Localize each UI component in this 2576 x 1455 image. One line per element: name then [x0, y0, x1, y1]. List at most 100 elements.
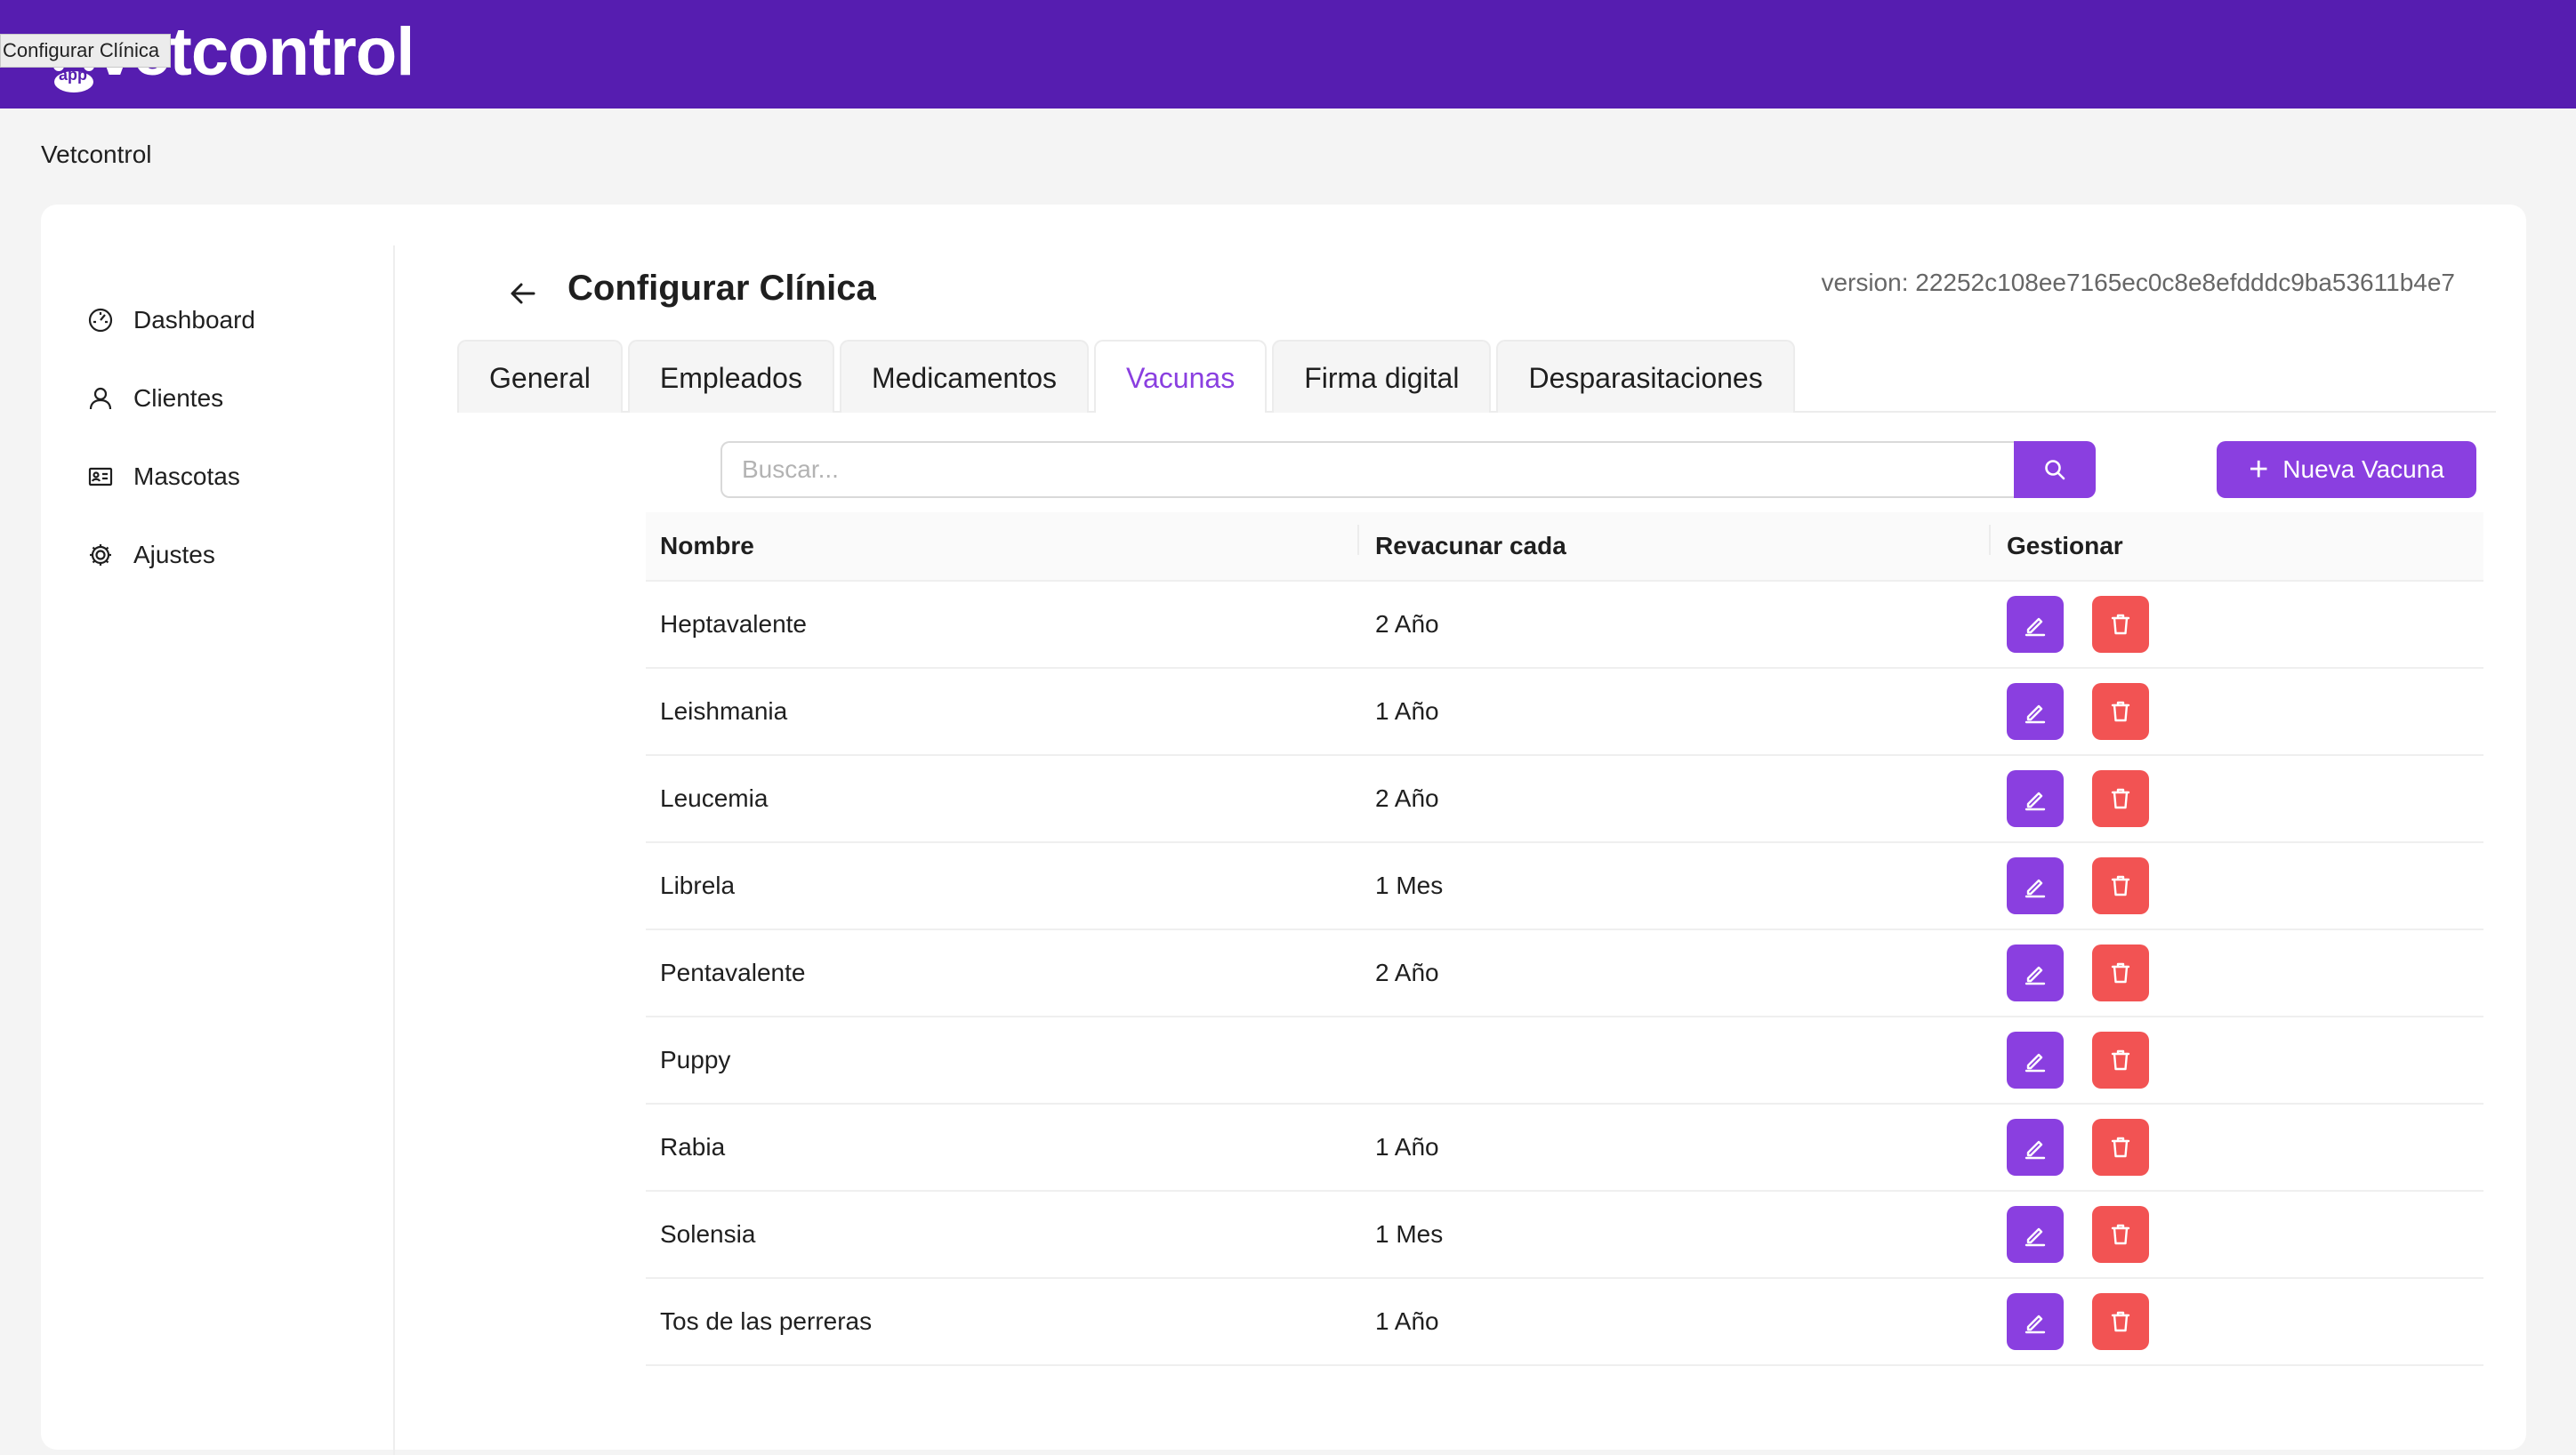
tooltip: Configurar Clínica — [0, 34, 172, 68]
tab-general[interactable]: General — [457, 340, 623, 413]
table-row: Heptavalente 2 Año — [646, 582, 2483, 669]
page-title: Configurar Clínica — [568, 269, 876, 308]
sidebar: Dashboard Clientes Mascotas Ajustes — [41, 245, 395, 1455]
edit-button[interactable] — [2007, 1293, 2064, 1350]
vaccine-name: Puppy — [660, 1046, 731, 1073]
dashboard-gauge-icon — [88, 308, 113, 333]
trash-icon — [2111, 1137, 2130, 1158]
row-actions — [1991, 683, 2483, 740]
row-actions — [1991, 1206, 2483, 1263]
vaccine-name: Librela — [660, 872, 736, 899]
delete-button[interactable] — [2092, 1206, 2149, 1263]
delete-button[interactable] — [2092, 770, 2149, 827]
table-row: Leucemia 2 Año — [646, 756, 2483, 843]
table-row: Rabia 1 Año — [646, 1105, 2483, 1192]
plus-icon: + — [2249, 451, 2269, 488]
table-row: Puppy — [646, 1017, 2483, 1105]
revaccinate-interval: 1 Mes — [1375, 872, 1444, 899]
table-body: Heptavalente 2 Año Leishmania 1 Año Leucemia… — [646, 582, 2483, 1366]
vaccine-name: Leishmania — [660, 697, 788, 725]
table-header: Nombre Revacunar cada Gestionar — [646, 512, 2483, 582]
revaccinate-interval: 2 Año — [1375, 610, 1439, 638]
edit-button[interactable] — [2007, 857, 2064, 914]
search-button[interactable] — [2014, 441, 2096, 498]
revaccinate-interval: 1 Año — [1375, 1307, 1439, 1335]
revaccinate-interval: 2 Año — [1375, 959, 1439, 986]
trash-icon — [2111, 875, 2130, 896]
version-label: version: 22252c108ee7165ec0c8e8efdddc9ba… — [1821, 269, 2455, 296]
edit-pencil-icon — [2025, 1140, 2046, 1160]
vaccine-name: Pentavalente — [660, 959, 806, 986]
row-actions — [1991, 1119, 2483, 1176]
tab-medicamentos[interactable]: Medicamentos — [839, 340, 1090, 413]
logo-app-label: app — [59, 66, 88, 84]
table-row: Librela 1 Mes — [646, 843, 2483, 930]
tab-vacunas[interactable]: Vacunas — [1094, 340, 1268, 413]
column-header-nombre: Nombre — [646, 525, 1359, 560]
delete-button[interactable] — [2092, 945, 2149, 1001]
new-vaccine-button[interactable]: + Nueva Vacuna — [2217, 441, 2476, 498]
edit-button[interactable] — [2007, 1119, 2064, 1176]
edit-pencil-icon — [2025, 879, 2046, 898]
vaccine-name: Tos de las perreras — [660, 1307, 873, 1335]
search-input[interactable] — [720, 441, 2016, 498]
edit-pencil-icon — [2025, 704, 2046, 724]
row-actions — [1991, 1032, 2483, 1089]
revaccinate-interval: 2 Año — [1375, 784, 1439, 812]
edit-button[interactable] — [2007, 683, 2064, 740]
trash-icon — [2111, 788, 2130, 809]
delete-button[interactable] — [2092, 1032, 2149, 1089]
column-header-revacunar: Revacunar cada — [1359, 525, 1991, 560]
vaccine-name: Solensia — [660, 1220, 756, 1248]
trash-icon — [2111, 962, 2130, 984]
back-arrow-icon[interactable] — [503, 274, 543, 313]
edit-button[interactable] — [2007, 596, 2064, 653]
revaccinate-interval: 1 Año — [1375, 1133, 1439, 1161]
edit-button[interactable] — [2007, 770, 2064, 827]
table-row: Pentavalente 2 Año — [646, 930, 2483, 1017]
tab-firma-digital[interactable]: Firma digital — [1272, 340, 1492, 413]
column-header-gestionar: Gestionar — [2007, 532, 2123, 559]
top-bar: app vetcontrol Configurar Clínica — [0, 0, 2576, 109]
trash-icon — [2111, 1311, 2130, 1332]
new-vaccine-label: Nueva Vacuna — [2282, 455, 2444, 483]
content-card: Dashboard Clientes Mascotas Ajustes Conf… — [41, 205, 2526, 1455]
edit-button[interactable] — [2007, 1206, 2064, 1263]
table-row: Tos de las perreras 1 Año — [646, 1279, 2483, 1366]
sidebar-item-ajustes[interactable]: Ajustes — [87, 534, 215, 576]
sidebar-item-label: Mascotas — [133, 462, 240, 490]
sidebar-item-label: Dashboard — [133, 306, 255, 334]
vaccine-name: Rabia — [660, 1133, 726, 1161]
vaccine-name: Heptavalente — [660, 610, 808, 638]
edit-button[interactable] — [2007, 1032, 2064, 1089]
trash-icon — [2111, 1224, 2130, 1245]
row-actions — [1991, 945, 2483, 1001]
gear-icon — [90, 544, 111, 566]
delete-button[interactable] — [2092, 1119, 2149, 1176]
edit-pencil-icon — [2025, 1053, 2046, 1073]
delete-button[interactable] — [2092, 1293, 2149, 1350]
sidebar-item-clientes[interactable]: Clientes — [87, 377, 223, 420]
trash-icon — [2111, 614, 2130, 635]
sidebar-item-label: Ajustes — [133, 541, 215, 568]
row-actions — [1991, 857, 2483, 914]
vaccine-name: Leucemia — [660, 784, 769, 812]
sidebar-item-label: Clientes — [133, 384, 224, 412]
row-actions — [1991, 770, 2483, 827]
sidebar-item-dashboard[interactable]: Dashboard — [87, 299, 255, 342]
table-row: Solensia 1 Mes — [646, 1192, 2483, 1279]
tab-empleados[interactable]: Empleados — [627, 340, 834, 413]
revaccinate-interval: 1 Año — [1375, 697, 1439, 725]
edit-pencil-icon — [2025, 792, 2046, 811]
delete-button[interactable] — [2092, 683, 2149, 740]
sidebar-item-mascotas[interactable]: Mascotas — [87, 455, 240, 498]
trash-icon — [2111, 701, 2130, 722]
edit-pencil-icon — [2025, 966, 2046, 985]
vaccines-table: Nombre Revacunar cada Gestionar Heptaval… — [646, 512, 2483, 1366]
row-actions — [1991, 1293, 2483, 1350]
edit-button[interactable] — [2007, 945, 2064, 1001]
row-actions — [1991, 596, 2483, 653]
delete-button[interactable] — [2092, 857, 2149, 914]
tab-desparasitaciones[interactable]: Desparasitaciones — [1496, 340, 1795, 413]
delete-button[interactable] — [2092, 596, 2149, 653]
